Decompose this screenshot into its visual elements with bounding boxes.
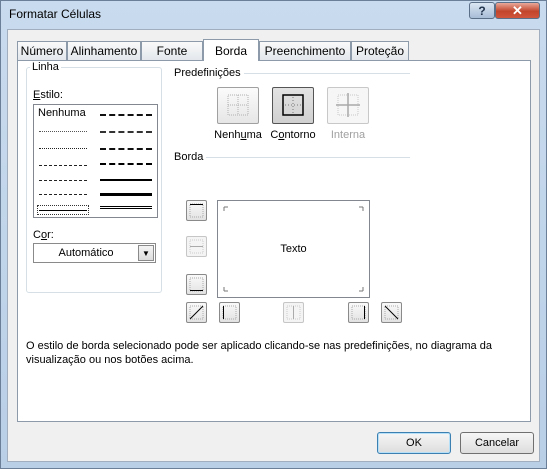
preset-outline-button[interactable] (272, 87, 314, 124)
color-label-first: C (33, 229, 41, 241)
line-style-slanted-dash-dot[interactable] (100, 131, 152, 133)
tab-label: Borda (214, 43, 248, 58)
line-style-dash-dot-dot[interactable] (39, 165, 87, 166)
tab-preenchimento[interactable]: Preenchimento (259, 41, 351, 60)
line-style-list[interactable]: Nenhuma (33, 104, 158, 218)
line-style-none[interactable]: Nenhuma (38, 107, 86, 119)
border-bottom-icon (189, 277, 204, 292)
border-inside-vertical-icon (286, 305, 301, 320)
preview-text: Texto (280, 243, 307, 255)
border-separator (206, 157, 410, 158)
dropdown-arrow-icon[interactable]: ▼ (138, 245, 154, 261)
tab-label: Número (20, 44, 64, 58)
help-button[interactable]: ? (469, 2, 495, 19)
border-inside-vertical-button[interactable] (283, 302, 304, 323)
color-label: Cor: (33, 229, 54, 241)
border-left-icon (222, 305, 237, 320)
border-diagonal-up-icon (189, 305, 204, 320)
border-top-button[interactable] (186, 200, 207, 221)
window-title: Formatar Células (9, 7, 102, 21)
description-text: O estilo de borda selecionado pode ser a… (26, 340, 492, 366)
ok-button[interactable]: OK (377, 432, 451, 454)
line-style-dash-dot[interactable] (39, 180, 87, 181)
style-label-rest: stilo: (40, 89, 63, 101)
line-style-medium-dash-dot-dot[interactable] (100, 114, 152, 116)
line-style-double[interactable] (100, 206, 152, 209)
tab-protecao[interactable]: Proteção (351, 41, 409, 60)
border-tab-panel: Linha Estilo: Nenhuma Cor: Automático ▼ … (17, 60, 531, 422)
cancel-button[interactable]: Cancelar (460, 432, 534, 454)
presets-title: Predefinições (174, 67, 241, 79)
border-inside-horizontal-button[interactable] (186, 236, 207, 257)
line-style-thick[interactable] (100, 193, 152, 196)
presets-separator (244, 73, 410, 74)
border-right-button[interactable] (348, 302, 369, 323)
close-icon: ✕ (512, 2, 523, 18)
preset-none-button[interactable] (217, 87, 259, 124)
preset-outline-label-post: ntorno (284, 129, 316, 141)
format-cells-dialog: Formatar Células ? ✕ Número Alinhamento … (0, 0, 547, 469)
color-label-rest: r: (47, 229, 54, 241)
border-diagonal-down-icon (384, 305, 399, 320)
border-inside-horizontal-icon (189, 239, 204, 254)
preset-inside-button[interactable] (327, 87, 369, 124)
preset-outline-label: Contorno (263, 129, 323, 141)
line-group-title: Linha (30, 61, 61, 73)
tab-label: Fonte (156, 44, 188, 58)
border-top-icon (189, 203, 204, 218)
tab-alinhamento[interactable]: Alinhamento (67, 41, 141, 60)
border-bottom-button[interactable] (186, 274, 207, 295)
color-value: Automático (58, 247, 114, 259)
tab-label: Proteção (355, 44, 405, 58)
tab-label: Preenchimento (264, 44, 346, 58)
line-style-thin-selected[interactable] (37, 205, 89, 215)
title-bar: Formatar Células ? ✕ (1, 1, 546, 25)
line-style-dashed[interactable] (39, 194, 87, 195)
preset-none-label-pre: Nenh (214, 129, 241, 141)
line-style-thin-sample (39, 210, 87, 211)
help-icon: ? (478, 3, 486, 18)
preset-none-label-post: ma (246, 129, 262, 141)
border-left-button[interactable] (219, 302, 240, 323)
style-label: Estilo: (33, 89, 63, 101)
preset-inside-label: Interna (330, 129, 366, 141)
line-style-dotted[interactable] (39, 148, 87, 149)
color-dropdown[interactable]: Automático ▼ (33, 243, 156, 263)
border-diagonal-down-button[interactable] (381, 302, 402, 323)
border-right-icon (351, 305, 366, 320)
line-style-hairline[interactable] (39, 131, 87, 132)
border-preview-area[interactable]: Texto (217, 200, 370, 298)
tab-fonte[interactable]: Fonte (141, 41, 203, 60)
tab-borda[interactable]: Borda (203, 39, 259, 61)
tab-numero[interactable]: Número (17, 41, 67, 60)
close-button[interactable]: ✕ (495, 2, 540, 19)
preset-none-icon (227, 94, 249, 116)
preset-inside-icon (336, 93, 360, 117)
border-diagonal-up-button[interactable] (186, 302, 207, 323)
border-section-title: Borda (174, 151, 204, 163)
tab-label: Alinhamento (70, 44, 138, 58)
line-style-medium-dashed[interactable] (100, 163, 152, 165)
line-style-medium[interactable] (100, 179, 152, 181)
dialog-body: Número Alinhamento Fonte Borda Preenchim… (7, 29, 540, 462)
preset-outline-icon (282, 94, 304, 116)
line-style-medium-dash-dot[interactable] (100, 148, 152, 150)
preset-none-label: Nenhuma (208, 129, 268, 141)
